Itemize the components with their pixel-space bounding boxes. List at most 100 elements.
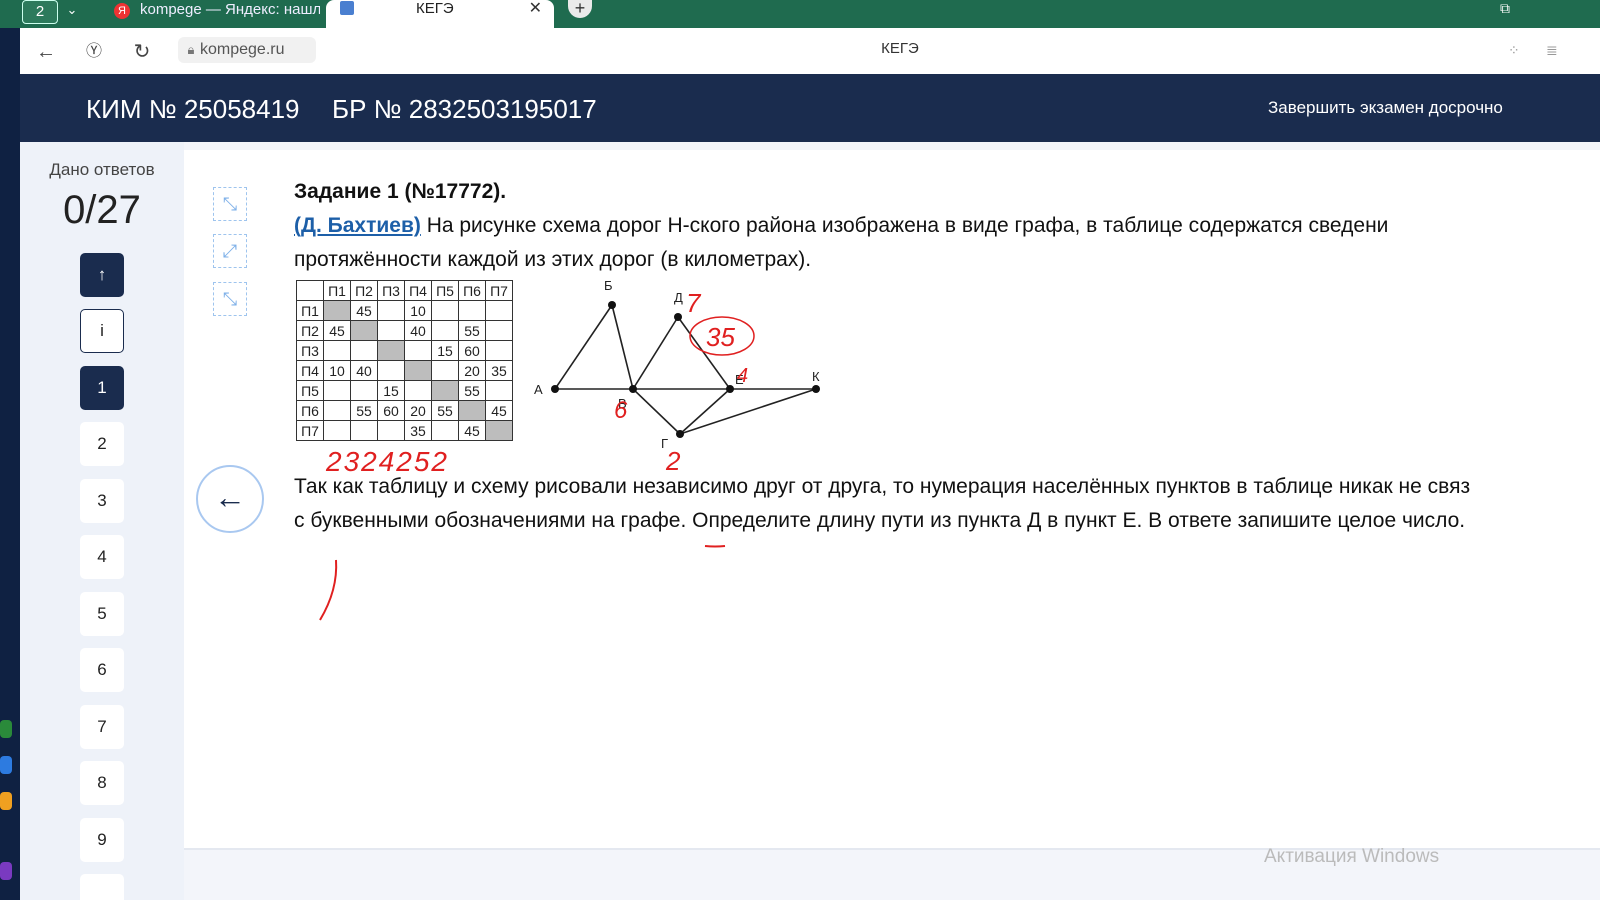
- pen-marks: [319, 545, 726, 621]
- question-nav-7[interactable]: 7: [80, 705, 124, 749]
- table-cell: [485, 340, 513, 361]
- node-label-a: А: [534, 382, 543, 397]
- table-cell: П5: [296, 380, 324, 401]
- table-cell: 10: [404, 300, 432, 321]
- yandex-favicon-icon: Я: [114, 3, 130, 19]
- task-question-line1: Так как таблицу и схему рисовали независ…: [294, 475, 1471, 498]
- expand-image-icon[interactable]: ⤢: [213, 234, 247, 268]
- tab-title: kompege — Яндекс: нашл: [140, 1, 320, 18]
- table-cell: 35: [485, 360, 513, 381]
- question-nav-4[interactable]: 4: [80, 535, 124, 579]
- answers-given-label: Дано ответов: [49, 160, 155, 179]
- table-diagonal-cell: [377, 340, 405, 361]
- reload-icon[interactable]: ↻: [128, 38, 156, 66]
- kim-number: КИМ № 25058419: [86, 94, 300, 124]
- taskbar-app-icon[interactable]: [0, 720, 12, 738]
- scroll-up-button[interactable]: ↑: [80, 253, 124, 297]
- question-nav-8[interactable]: 8: [80, 761, 124, 805]
- question-nav-6[interactable]: 6: [80, 648, 124, 692]
- close-tab-icon[interactable]: ✕: [529, 0, 542, 18]
- br-number: БР № 2832503195017: [332, 94, 597, 124]
- page-title: КЕГЭ: [881, 40, 919, 57]
- bookmark-icon[interactable]: ⧉: [1500, 0, 1520, 20]
- author-link[interactable]: (Д. Бахтиев): [294, 214, 421, 237]
- table-cell: 55: [458, 320, 486, 341]
- finish-exam-button[interactable]: Завершить экзамен досрочно: [1268, 98, 1503, 118]
- node-a: [551, 385, 559, 393]
- node-label-b: Б: [604, 278, 613, 293]
- node-d: [674, 313, 682, 321]
- table-cell: [323, 380, 351, 401]
- table-header-cell: П4: [404, 280, 432, 301]
- table-cell: 60: [458, 340, 486, 361]
- pen-mark-stroke: [319, 559, 338, 621]
- question-nav-3[interactable]: 3: [80, 479, 124, 523]
- table-header-cell: П2: [350, 280, 378, 301]
- table-cell: 45: [485, 400, 513, 421]
- graph-edges: [554, 304, 817, 435]
- table-header-cell: П1: [323, 280, 351, 301]
- annotation-7: 7: [686, 288, 702, 318]
- table-cell: П3: [296, 340, 324, 361]
- table-cell: [431, 420, 459, 441]
- shrink-image-icon[interactable]: ⤡: [213, 282, 247, 316]
- back-arrow-icon[interactable]: ←: [32, 38, 60, 66]
- table-diagonal-cell: [431, 380, 459, 401]
- table-header-cell: П7: [485, 280, 513, 301]
- table-diagonal-cell: [485, 420, 513, 441]
- table-row: П3 15 60: [296, 340, 513, 361]
- chevron-down-icon[interactable]: ⌄: [62, 0, 82, 22]
- table-row: П6 55 60 20 55 45: [296, 400, 513, 421]
- distance-table: П1 П2 П3 П4 П5 П6 П7 П1 45 10 П2 45 40 55 П3 15 60 П4 10 40…: [296, 280, 513, 441]
- taskbar-app-icon[interactable]: [0, 792, 12, 810]
- table-cell: [350, 420, 378, 441]
- table-cell: 20: [404, 400, 432, 421]
- table-header-cell: П5: [431, 280, 459, 301]
- table-cell: 10: [323, 360, 351, 381]
- table-diagonal-cell: [323, 300, 351, 321]
- table-cell: 55: [458, 380, 486, 401]
- tab-yandex[interactable]: Яkompege — Яндекс: нашл: [98, 0, 320, 24]
- table-cell: 60: [377, 400, 405, 421]
- question-nav-1[interactable]: 1: [80, 366, 124, 410]
- table-cell: 15: [377, 380, 405, 401]
- extensions-icon[interactable]: ⁘: [1508, 42, 1526, 60]
- question-nav-9[interactable]: 9: [80, 818, 124, 862]
- back-arrow-button[interactable]: ←: [196, 465, 264, 533]
- answers-score: 0/27: [63, 188, 141, 232]
- table-row: П4 10 40 20 35: [296, 360, 513, 381]
- table-cell: [350, 380, 378, 401]
- fit-image-icon[interactable]: ⤡: [213, 187, 247, 221]
- node-k: [812, 385, 820, 393]
- node-g: [676, 430, 684, 438]
- table-header-cell: П6: [458, 280, 486, 301]
- tab-kege[interactable]: КЕГЭ ✕: [326, 0, 554, 28]
- question-nav-2[interactable]: 2: [80, 422, 124, 466]
- node-label-k: К: [812, 369, 820, 384]
- table-header-cell: [296, 280, 324, 301]
- table-cell: [485, 380, 513, 401]
- table-cell: 45: [350, 300, 378, 321]
- windows-activation-watermark: Активация Windows: [1264, 846, 1440, 867]
- table-cell: [323, 340, 351, 361]
- table-cell: [323, 400, 351, 421]
- yandex-icon[interactable]: Ⓨ: [80, 38, 108, 66]
- reader-icon[interactable]: ≣: [1546, 42, 1564, 60]
- table-cell: [404, 380, 432, 401]
- table-cell: [485, 300, 513, 321]
- table-row: П5 15 55: [296, 380, 513, 401]
- table-cell: [431, 300, 459, 321]
- question-nav-5[interactable]: 5: [80, 592, 124, 636]
- question-nav-10[interactable]: [80, 874, 124, 918]
- info-button[interactable]: i: [80, 309, 124, 353]
- taskbar-app-icon[interactable]: [0, 756, 12, 774]
- table-cell: [485, 320, 513, 341]
- taskbar-app-icon[interactable]: [0, 862, 12, 880]
- table-cell: [377, 300, 405, 321]
- table-cell: 55: [431, 400, 459, 421]
- table-cell: [404, 340, 432, 361]
- table-cell: 45: [323, 320, 351, 341]
- url-field[interactable]: 🔒︎ kompege.ru: [178, 37, 316, 63]
- graph-nodes: [551, 301, 820, 438]
- tab-count-button[interactable]: 2: [22, 0, 58, 24]
